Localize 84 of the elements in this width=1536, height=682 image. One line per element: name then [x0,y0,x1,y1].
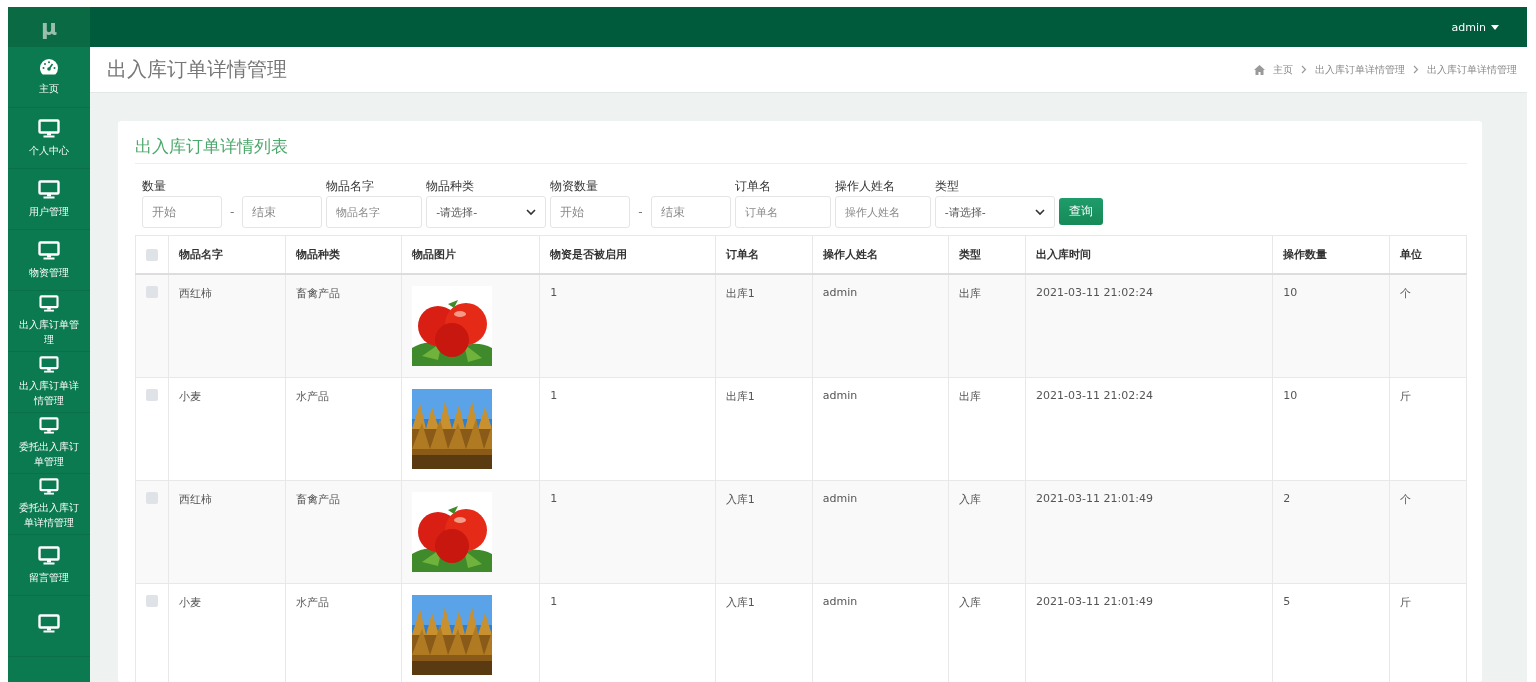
table-cell: 西红柿 [179,287,212,300]
breadcrumb-link[interactable]: 出入库订单详情管理 [1315,62,1405,77]
table-cell: 水产品 [295,596,329,609]
sidebar-item[interactable]: 主页 [8,47,90,108]
filter-label: 操作人姓名 [834,178,896,195]
input-field[interactable]: 结束 [650,196,731,228]
checkbox[interactable] [146,248,158,261]
monitor-icon [38,295,60,312]
table-cell: 畜禽产品 [295,287,340,300]
select-field[interactable]: -请选择- [426,196,547,228]
input-field[interactable]: 操作人姓名 [834,196,931,228]
table-cell: 水产品 [295,390,329,403]
dashboard-icon [39,58,59,76]
checkbox[interactable] [146,595,158,607]
table-cell: 斤 [1399,596,1411,609]
input-field[interactable]: 结束 [242,196,323,228]
table-cell: 2021-03-11 21:01:49 [1036,492,1153,505]
chevron-icon [1413,65,1419,74]
filter-label: 订单名 [734,178,772,195]
table-cell: 小麦 [179,596,201,609]
table-cell: 2021-03-11 21:01:49 [1036,595,1153,608]
table-cell: 入库1 [725,493,755,506]
breadcrumb-link[interactable]: 主页 [1273,62,1293,77]
input-field[interactable]: 开始 [550,196,631,228]
table-cell: 1 [550,595,558,608]
select-field[interactable]: -请选择- [934,196,1055,228]
table-cell: 畜禽产品 [295,493,340,506]
caret-icon [1491,24,1499,30]
checkbox[interactable] [146,492,158,504]
table-cell: 斤 [1399,390,1411,403]
filter-label: 物资数量 [550,178,600,195]
card-title: 出入库订单详情列表 [135,135,1467,164]
input-field[interactable]: 物品名字 [326,196,423,228]
table-cell: 入库1 [725,596,755,609]
logo: μ [8,7,90,47]
table-cell: 2021-03-11 21:02:24 [1036,389,1153,402]
filter-label: 数量 [142,178,167,195]
monitor-icon [38,240,60,260]
table-cell: admin [822,595,858,608]
search-button[interactable]: 查询 [1058,198,1103,225]
table-cell: 个 [1399,493,1411,506]
table-cell: admin [822,492,858,505]
monitor-icon [38,179,60,199]
table-cell: 10 [1283,389,1298,402]
table-cell: 个 [1399,287,1411,300]
table-cell: 5 [1283,595,1291,608]
home-icon [1254,64,1265,75]
monitor-icon [38,356,60,373]
table-cell: 西红柿 [179,493,212,506]
table-cell: 1 [550,492,558,505]
table-cell: 小麦 [179,390,201,403]
chevron-down-icon [526,208,537,216]
table-cell: admin [822,389,858,402]
table-cell: 出库1 [725,390,755,403]
filter-label: 物品种类 [426,178,476,195]
checkbox[interactable] [146,286,158,298]
page-title: 出入库订单详情管理 [107,56,287,83]
input-field[interactable]: 开始 [142,196,222,228]
monitor-icon [38,478,60,495]
table-cell: 1 [550,286,558,299]
range-separator: - [638,205,643,219]
breadcrumb-link[interactable]: 出入库订单详情管理 [1427,62,1517,77]
filter-label: 物品名字 [326,178,376,195]
table-cell: 出库 [958,287,981,300]
chevron-icon [1301,65,1307,74]
table-cell: 10 [1283,286,1298,299]
table-cell: 出库1 [725,287,755,300]
table-cell: 入库 [958,493,981,506]
monitor-icon [38,545,60,565]
table-cell: 入库 [958,596,981,609]
range-separator: - [230,205,235,219]
filter-label: 类型 [934,178,960,195]
monitor-icon [38,118,60,138]
table-cell: 出库 [958,390,981,403]
table-cell: 2 [1283,492,1291,505]
checkbox[interactable] [146,389,158,401]
table-cell: 1 [550,389,558,402]
user-menu[interactable]: admin [1451,20,1499,34]
table-cell: admin [822,286,858,299]
chevron-down-icon [1034,208,1045,216]
input-field[interactable]: 订单名 [734,196,831,228]
monitor-icon [38,614,60,633]
table-cell: 2021-03-11 21:02:24 [1036,286,1153,299]
monitor-icon [38,417,60,434]
